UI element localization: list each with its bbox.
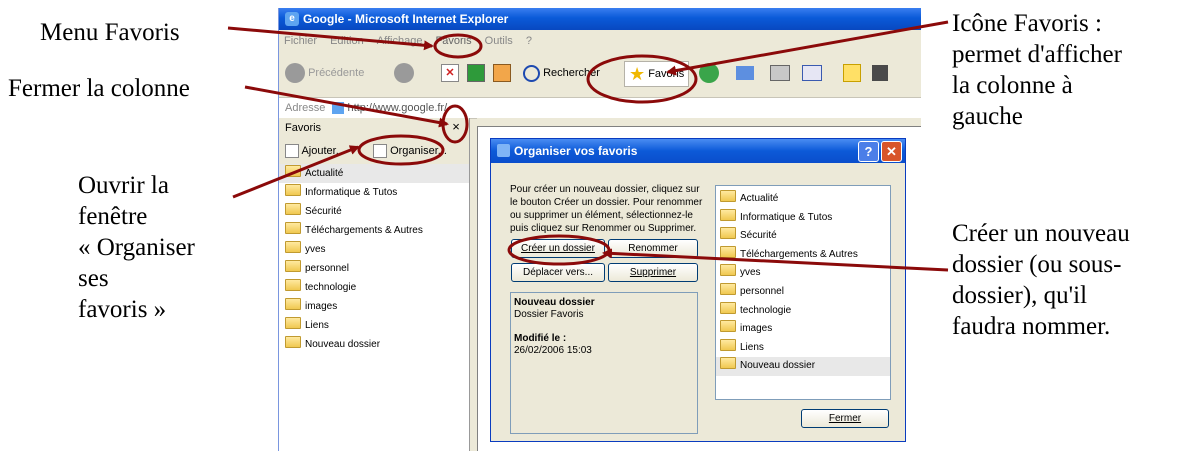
annotation-overlay (227, 20, 949, 272)
arrow-menu-favoris (227, 26, 434, 51)
circle-create-folder (507, 234, 611, 266)
arrow-fermer-colonne (244, 85, 449, 128)
arrow-icone-favoris (666, 20, 949, 76)
circle-favoris-button (586, 54, 698, 104)
circle-menu-favoris (433, 33, 483, 59)
arrow-creer-dossier (602, 248, 949, 272)
circle-organiser (357, 134, 445, 166)
arrow-organiser (232, 145, 360, 199)
